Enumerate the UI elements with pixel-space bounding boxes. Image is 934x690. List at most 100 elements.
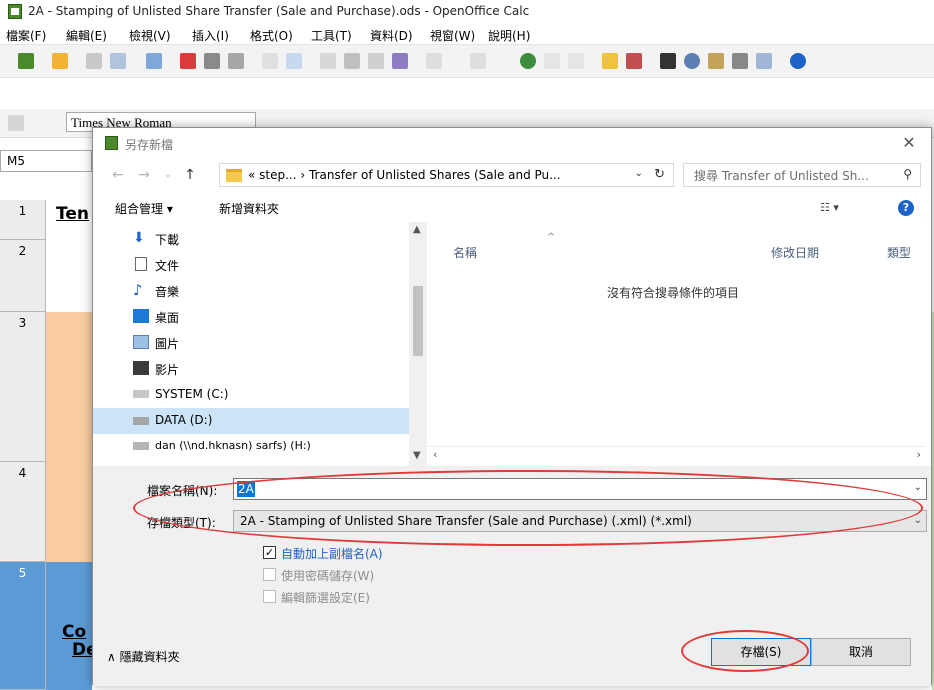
nav-item-documents[interactable]: 文件: [93, 252, 409, 278]
refresh-icon[interactable]: ↻: [654, 167, 665, 182]
styles-icon[interactable]: [8, 115, 24, 131]
name-box[interactable]: M5: [0, 150, 92, 172]
open-folder-icon[interactable]: [52, 53, 68, 69]
menu-help[interactable]: 說明(H): [488, 27, 530, 44]
nav-item-downloads[interactable]: ⬇ 下載: [93, 226, 409, 252]
chevron-down-icon[interactable]: ⌄: [914, 482, 922, 493]
search-box[interactable]: ⚲: [683, 163, 921, 187]
menu-file[interactable]: 檔案(F): [6, 27, 46, 44]
navigator-icon[interactable]: [684, 53, 700, 69]
menu-insert[interactable]: 插入(I): [192, 27, 229, 44]
help-icon[interactable]: ?: [898, 200, 914, 216]
paste-icon[interactable]: [368, 53, 384, 69]
edit-file-icon[interactable]: [146, 53, 162, 69]
save-as-dialog: 另存新檔 ✕ ← → ⌄ ↑ « step... › Transfer of U…: [92, 127, 932, 686]
data-sources-icon[interactable]: [732, 53, 748, 69]
nav-item-music[interactable]: ♪ 音樂: [93, 278, 409, 304]
peach-cell[interactable]: [46, 312, 92, 562]
nav-item-data-drive[interactable]: DATA (D:): [93, 408, 409, 434]
chevron-down-icon[interactable]: ⌄: [914, 515, 922, 526]
chart-icon[interactable]: [602, 53, 618, 69]
file-type-select[interactable]: 2A - Stamping of Unlisted Share Transfer…: [233, 510, 927, 532]
find-replace-icon[interactable]: [660, 53, 676, 69]
scrollbar-thumb[interactable]: [413, 286, 423, 356]
row-header[interactable]: 1: [0, 200, 46, 240]
save-button[interactable]: 存檔(S): [711, 638, 811, 666]
menu-tools[interactable]: 工具(T): [311, 27, 352, 44]
up-arrow-icon[interactable]: ↑: [181, 166, 199, 184]
nav-item-label: 文件: [155, 259, 180, 273]
copy-icon[interactable]: [344, 53, 360, 69]
show-draw-functions-icon[interactable]: [626, 53, 642, 69]
row-header[interactable]: 5: [0, 562, 46, 690]
print-icon[interactable]: [204, 53, 220, 69]
dialog-title: 另存新檔: [125, 138, 174, 152]
email-icon[interactable]: [110, 53, 126, 69]
menu-view[interactable]: 檢視(V): [129, 27, 171, 44]
search-icon[interactable]: ⚲: [903, 167, 912, 181]
path-breadcrumb[interactable]: « step... › Transfer of Unlisted Shares …: [219, 163, 674, 187]
autospellcheck-icon[interactable]: [286, 53, 302, 69]
nav-item-label: 音樂: [155, 285, 180, 299]
spellcheck-icon[interactable]: [262, 53, 278, 69]
navigation-pane: ⬇ 下載 文件 ♪ 音樂 桌面 圖片 影片 SYSTEM (C:) DATA (…: [93, 222, 427, 468]
row-header[interactable]: 3: [0, 312, 46, 462]
window-titlebar: 2A - Stamping of Unlisted Share Transfer…: [0, 0, 934, 25]
scroll-down-arrow-icon[interactable]: ▼: [413, 450, 421, 461]
nav-item-network-drive[interactable]: dan (\\nd.hknasn) sarfs) (H:): [93, 434, 409, 460]
path-text: « step... › Transfer of Unlisted Shares …: [248, 168, 561, 182]
nav-scrollbar[interactable]: ▲ ▼: [409, 222, 427, 468]
scroll-left-arrow-icon[interactable]: ‹: [433, 448, 437, 461]
close-icon[interactable]: ✕: [895, 132, 923, 154]
menu-format[interactable]: 格式(O): [250, 27, 293, 44]
recent-locations-icon[interactable]: ⌄: [159, 166, 177, 184]
file-list-pane[interactable]: ^ 名稱 修改日期 類型 沒有符合搜尋條件的項目: [427, 222, 925, 468]
column-type-header[interactable]: 類型: [887, 244, 911, 261]
menu-data[interactable]: 資料(D): [370, 27, 413, 44]
command-bar: 組合管理 ▾ 新增資料夾 ☷ ▾ ?: [93, 192, 931, 222]
gallery-icon[interactable]: [708, 53, 724, 69]
empty-message: 沒有符合搜尋條件的項目: [607, 286, 740, 300]
cancel-button[interactable]: 取消: [811, 638, 911, 666]
horizontal-scrollbar[interactable]: ‹ ›: [427, 446, 925, 465]
search-input[interactable]: [692, 167, 886, 185]
help-icon[interactable]: [790, 53, 806, 69]
sort-arrow-icon: ^: [547, 232, 556, 243]
print-preview-icon[interactable]: [228, 53, 244, 69]
checkmark-icon[interactable]: ✓: [263, 546, 276, 559]
nav-item-system-drive[interactable]: SYSTEM (C:): [93, 382, 409, 408]
menu-window[interactable]: 視窗(W): [430, 27, 475, 44]
forward-arrow-icon[interactable]: →: [135, 166, 153, 184]
undo-icon[interactable]: [426, 53, 442, 69]
column-modified-header[interactable]: 修改日期: [771, 244, 819, 261]
export-pdf-icon[interactable]: [180, 53, 196, 69]
cut-icon[interactable]: [320, 53, 336, 69]
hyperlink-icon[interactable]: [520, 53, 536, 69]
desktop-icon: [133, 309, 149, 323]
sort-descending-icon[interactable]: [568, 53, 584, 69]
hide-folders-toggle[interactable]: ∧ 隱藏資料夾: [107, 648, 180, 665]
new-document-icon[interactable]: [18, 53, 34, 69]
nav-item-pictures[interactable]: 圖片: [93, 330, 409, 356]
row-header[interactable]: 2: [0, 240, 46, 312]
zoom-icon[interactable]: [756, 53, 772, 69]
scroll-right-arrow-icon[interactable]: ›: [917, 448, 921, 461]
row-header[interactable]: 4: [0, 462, 46, 562]
sort-ascending-icon[interactable]: [544, 53, 560, 69]
redo-icon[interactable]: [470, 53, 486, 69]
chevron-down-icon[interactable]: ⌄: [635, 168, 643, 179]
file-name-field[interactable]: 2A ⌄: [233, 478, 927, 500]
scroll-up-arrow-icon[interactable]: ▲: [413, 224, 421, 235]
nav-item-desktop[interactable]: 桌面: [93, 304, 409, 330]
file-name-value[interactable]: 2A: [237, 481, 255, 497]
column-name-header[interactable]: 名稱: [453, 244, 477, 261]
view-options-icon[interactable]: ☷ ▾: [820, 201, 839, 214]
format-paintbrush-icon[interactable]: [392, 53, 408, 69]
nav-item-label: SYSTEM (C:): [155, 387, 229, 401]
nav-item-videos[interactable]: 影片: [93, 356, 409, 382]
back-arrow-icon[interactable]: ←: [109, 166, 127, 184]
new-folder-button[interactable]: 新增資料夾: [219, 200, 279, 217]
organize-menu[interactable]: 組合管理 ▾: [115, 200, 173, 217]
save-icon[interactable]: [86, 53, 102, 69]
menu-edit[interactable]: 編輯(E): [66, 27, 107, 44]
